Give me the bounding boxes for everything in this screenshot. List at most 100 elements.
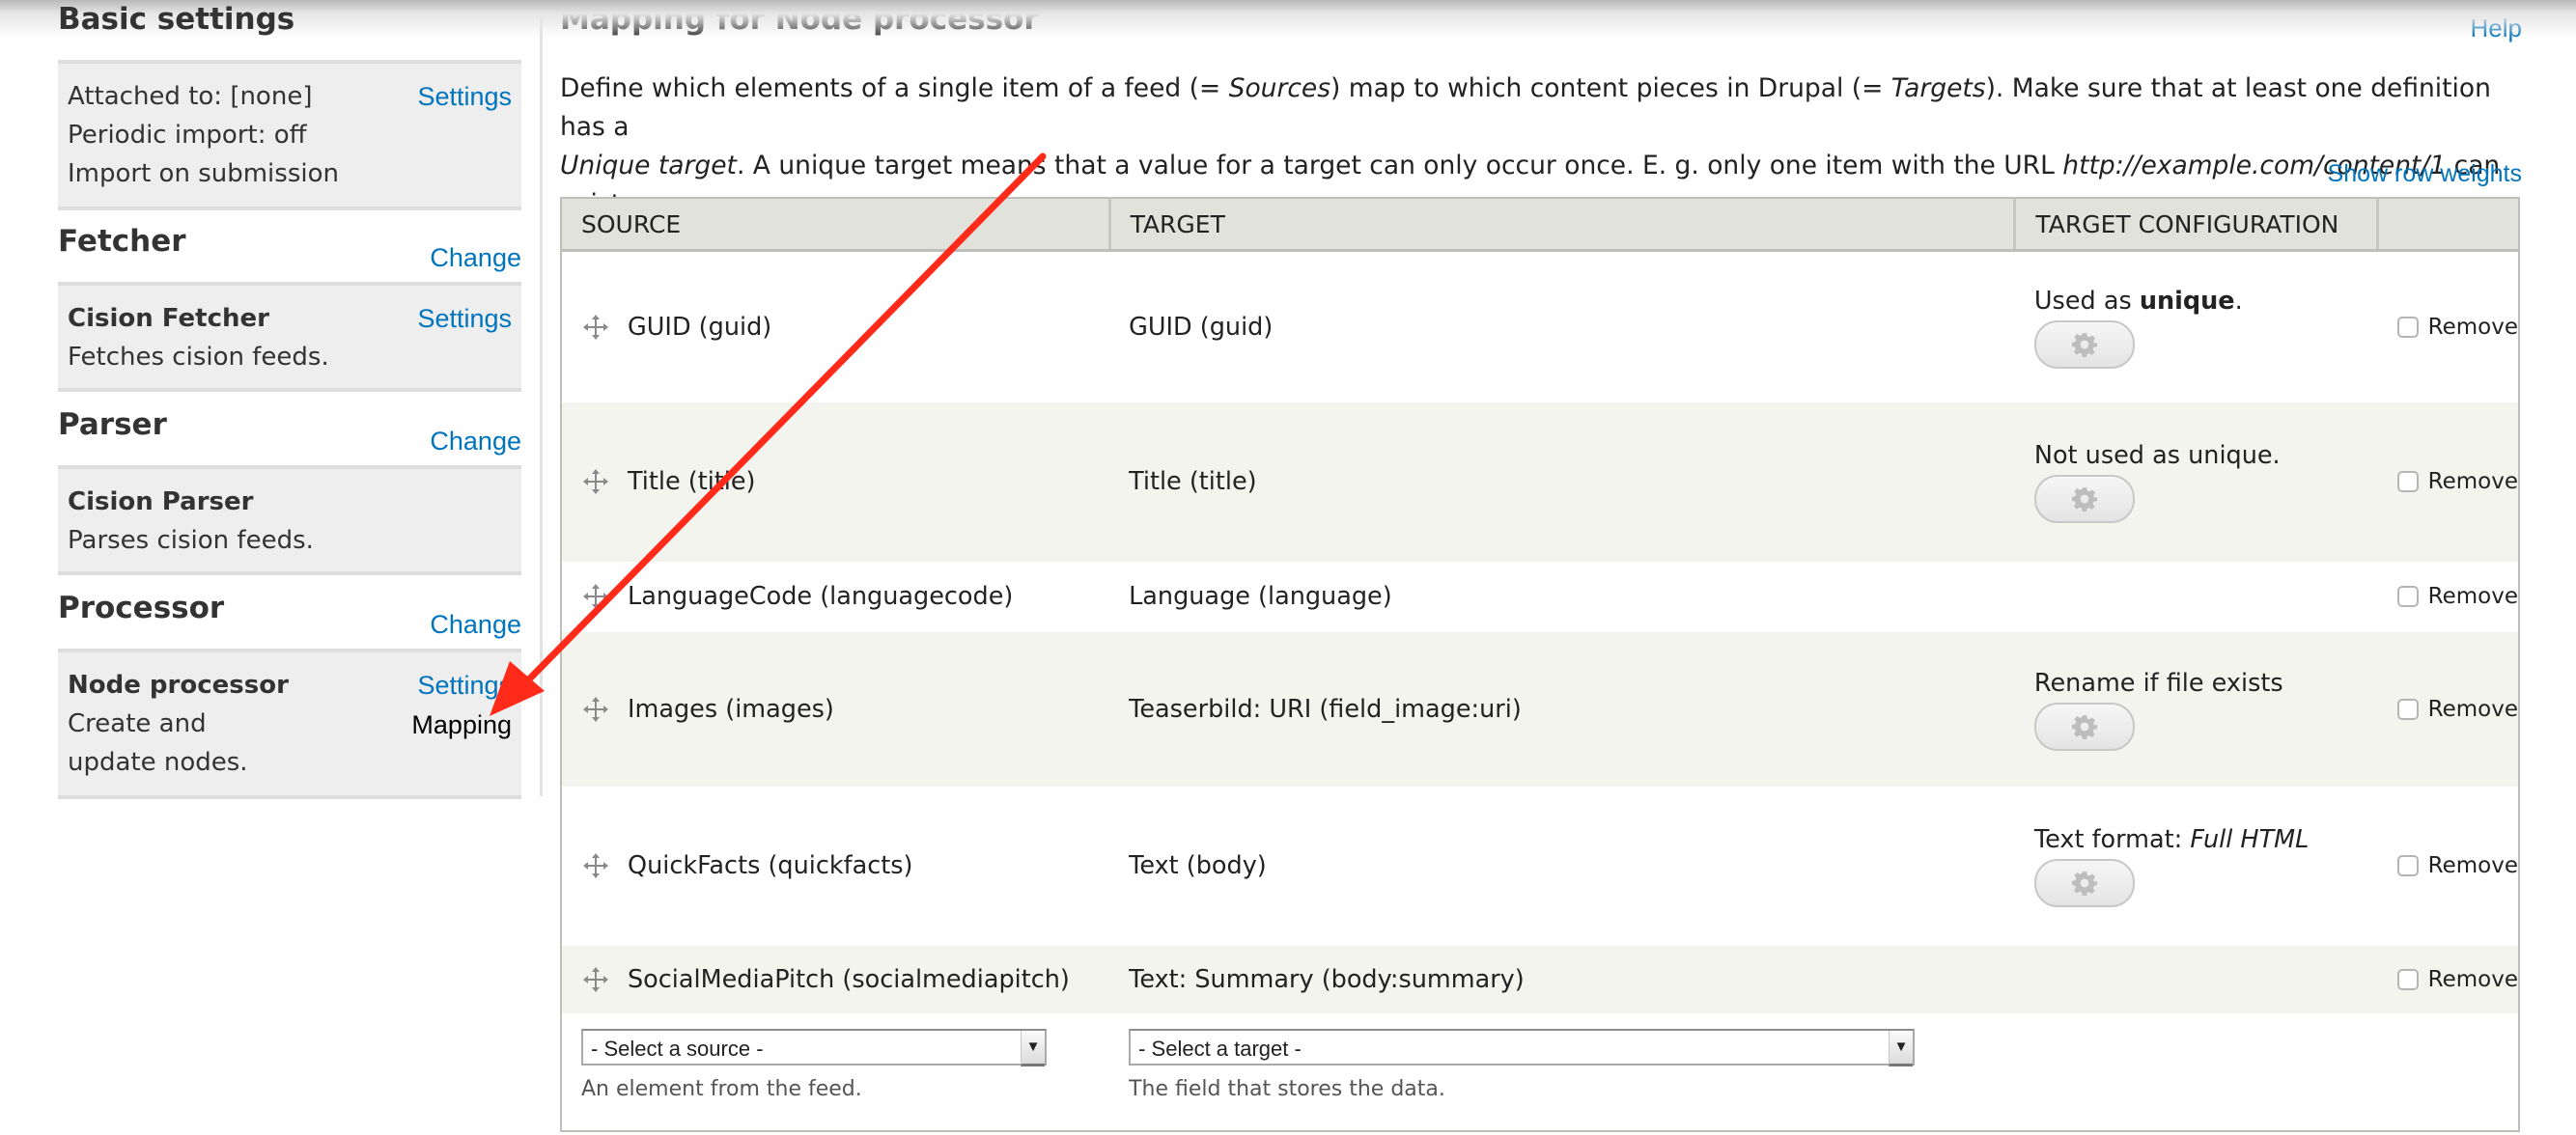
source-select[interactable]: - Select a source - ▼ [581, 1028, 1047, 1066]
remove-label: Remove [2427, 314, 2518, 340]
mapping-row: SocialMediaPitch (socialmediapitch) Text… [561, 945, 2519, 1013]
target-select[interactable]: - Select a target - ▼ [1129, 1028, 1916, 1066]
parser-header: Parser Change [58, 405, 521, 465]
source-select-description: An element from the feed. [581, 1076, 862, 1101]
config-summary: Used as unique. [2033, 286, 2243, 316]
source-name: Images (images) [628, 694, 834, 724]
processor-title: Processor [58, 591, 225, 625]
fetcher-change-link[interactable]: Change [430, 243, 521, 273]
page-title: Mapping for Node processor [560, 2, 1039, 37]
target-configuration: Rename if file exists [2015, 668, 2378, 751]
fetcher-header: Fetcher Change [58, 222, 521, 282]
target-name: Teaserbild: URI (field_image:uri) [1129, 694, 1522, 724]
gear-icon [2071, 714, 2097, 739]
parser-change-link[interactable]: Change [430, 427, 521, 457]
mapping-table: SOURCE TARGET TARGET CONFIGURATION GUID … [560, 197, 2520, 1132]
target-name: GUID (guid) [1129, 312, 1274, 342]
import-on-submission-text: Import on submission [68, 159, 339, 188]
desc-text: Define which elements of a single item o… [560, 73, 1229, 103]
processor-change-link[interactable]: Change [430, 610, 521, 640]
processor-mapping-link-active[interactable]: Mapping [411, 706, 512, 745]
desc-unique-em: Unique target [560, 151, 737, 180]
desc-sources-em: Sources [1228, 73, 1331, 103]
mapping-row: Title (title) Title (title) Not used as … [561, 401, 2519, 562]
target-configuration: Used as unique. [2015, 286, 2378, 369]
mapping-row: Images (images) Teaserbild: URI (field_i… [561, 631, 2519, 787]
drag-handle-icon[interactable] [583, 696, 608, 722]
remove-checkbox[interactable] [2396, 586, 2419, 607]
drag-handle-icon[interactable] [583, 584, 608, 609]
header-target: TARGET [1109, 198, 2017, 252]
table-header-row: SOURCE TARGET TARGET CONFIGURATION [561, 198, 2519, 252]
remove-checkbox-wrapper[interactable]: Remove [2378, 697, 2518, 722]
config-summary: Not used as unique. [2033, 441, 2281, 470]
remove-checkbox[interactable] [2396, 471, 2419, 492]
remove-label: Remove [2427, 696, 2518, 722]
fetcher-title: Fetcher [58, 224, 186, 259]
parser-box: Cision Parser Parses cision feeds. [58, 465, 521, 575]
mapping-row: GUID (guid) GUID (guid) Used as unique. … [561, 250, 2519, 402]
target-select-value: - Select a target - [1138, 1036, 1302, 1061]
drag-handle-icon[interactable] [583, 966, 608, 992]
target-select-description: The field that stores the data. [1129, 1076, 1445, 1101]
remove-checkbox-wrapper[interactable]: Remove [2378, 967, 2518, 992]
fetcher-plugin-desc: Fetches cision feeds. [68, 343, 329, 372]
fetcher-settings-link[interactable]: Settings [417, 299, 512, 339]
configure-button[interactable] [2033, 319, 2135, 369]
remove-checkbox-wrapper[interactable]: Remove [2378, 584, 2518, 609]
drag-handle-icon[interactable] [583, 314, 608, 340]
remove-checkbox-wrapper[interactable]: Remove [2378, 469, 2518, 494]
gear-icon [2071, 332, 2097, 357]
remove-checkbox-wrapper[interactable]: Remove [2378, 315, 2518, 340]
basic-settings-box: Attached to: [none] Periodic import: off… [58, 60, 521, 210]
remove-label: Remove [2427, 469, 2518, 494]
mapping-row: QuickFacts (quickfacts) Text (body) Text… [561, 786, 2519, 946]
remove-checkbox[interactable] [2396, 968, 2419, 990]
header-source: SOURCE [561, 198, 1111, 252]
sidebar-divider [540, 0, 543, 796]
fetcher-box: Cision Fetcher Fetches cision feeds. Set… [58, 282, 521, 392]
desc-text: ) map to which content pieces in Drupal … [1330, 73, 1891, 103]
parser-plugin-name: Cision Parser [68, 487, 254, 516]
remove-checkbox[interactable] [2396, 316, 2419, 338]
remove-checkbox-wrapper[interactable]: Remove [2378, 853, 2518, 878]
desc-targets-em: Targets [1890, 73, 1986, 103]
source-name: SocialMediaPitch (socialmediapitch) [628, 964, 1070, 994]
source-name: QuickFacts (quickfacts) [628, 851, 913, 880]
source-name: GUID (guid) [628, 312, 772, 342]
basic-settings-header: Basic settings [58, 0, 521, 60]
basic-settings-link[interactable]: Settings [417, 77, 512, 117]
sidebar: Basic settings Attached to: [none] Perio… [58, 0, 521, 799]
processor-settings-link[interactable]: Settings [411, 666, 512, 706]
processor-box: Node processor Create and update nodes. … [58, 649, 521, 799]
help-link[interactable]: Help [2471, 14, 2522, 43]
remove-label: Remove [2427, 853, 2518, 878]
target-configuration: Text format: Full HTML [2015, 824, 2378, 907]
configure-button[interactable] [2033, 859, 2135, 907]
desc-text: . A unique target means that a value for… [736, 151, 2063, 180]
mapping-row: LanguageCode (languagecode) Language (la… [561, 561, 2519, 632]
remove-label: Remove [2427, 966, 2518, 992]
configure-button[interactable] [2033, 702, 2135, 751]
gear-icon [2071, 487, 2097, 512]
remove-checkbox[interactable] [2396, 855, 2419, 876]
show-row-weights-link[interactable]: Show row weights [2328, 160, 2522, 188]
new-mapping-row: - Select a source - ▼ An element from th… [561, 1012, 2519, 1131]
source-name: LanguageCode (languagecode) [628, 582, 1014, 611]
drag-handle-icon[interactable] [583, 853, 608, 878]
drag-handle-icon[interactable] [583, 469, 608, 494]
source-name: Title (title) [628, 467, 756, 496]
processor-header: Processor Change [58, 589, 521, 649]
target-name: Title (title) [1129, 467, 1257, 496]
remove-checkbox[interactable] [2396, 698, 2419, 720]
config-summary: Rename if file exists [2033, 668, 2283, 698]
header-remove [2377, 198, 2519, 252]
header-target-configuration: TARGET CONFIGURATION [2014, 198, 2380, 252]
remove-label: Remove [2427, 584, 2518, 609]
processor-plugin-desc: Create and update nodes. [68, 709, 248, 777]
target-name: Language (language) [1129, 582, 1392, 611]
target-name: Text (body) [1129, 851, 1267, 880]
config-summary: Text format: Full HTML [2033, 825, 2310, 854]
parser-title: Parser [58, 407, 167, 442]
configure-button[interactable] [2033, 475, 2135, 523]
